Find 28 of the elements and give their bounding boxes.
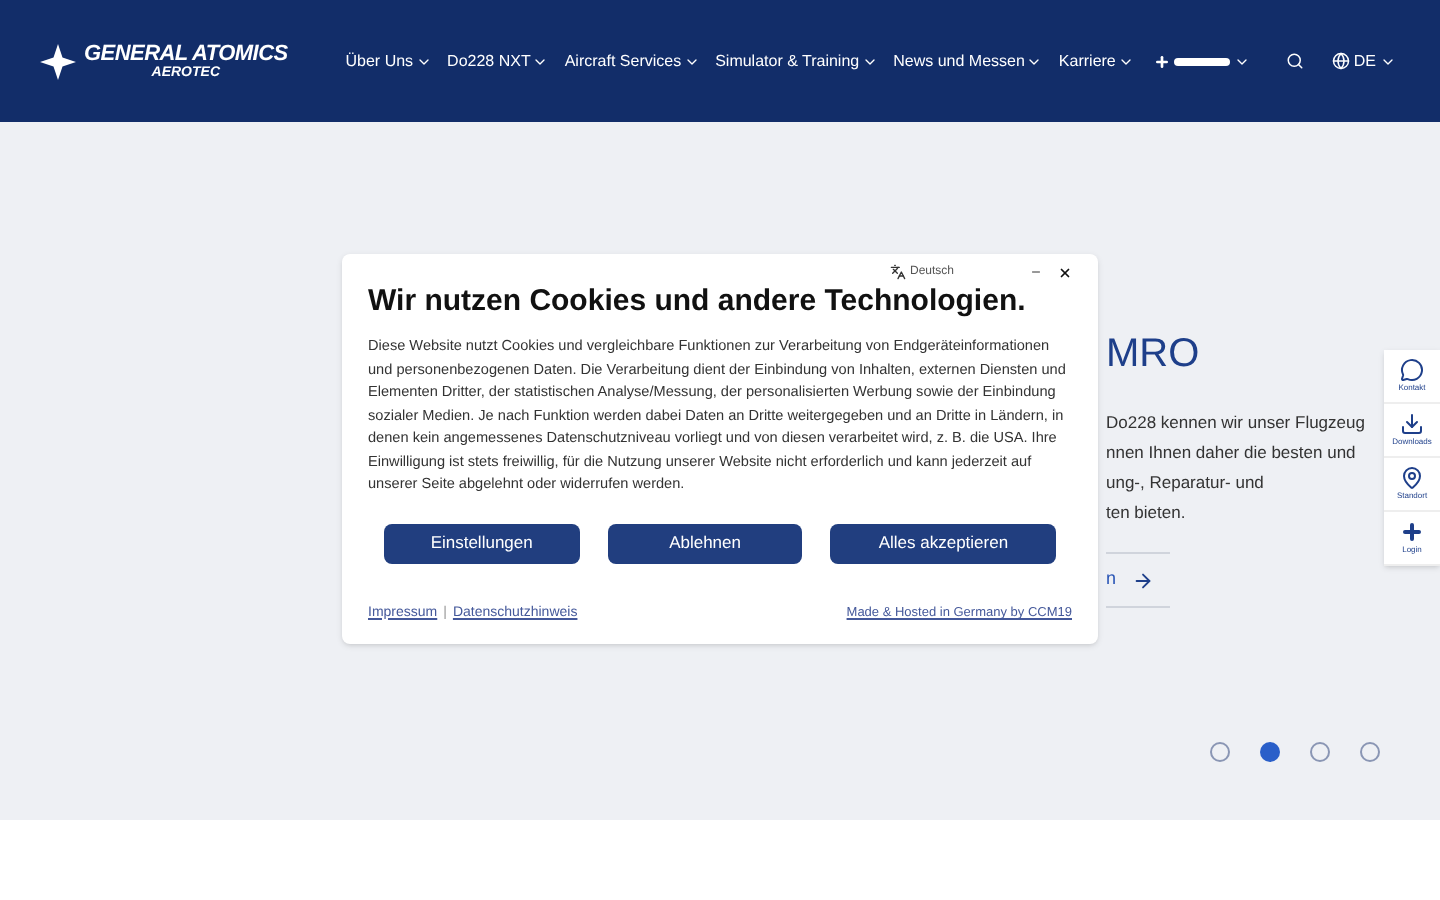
- nav-menu-item[interactable]: Aircraft Services: [564, 49, 700, 73]
- chat-icon: [1400, 358, 1424, 382]
- logo-text: GENERAL ATOMICS: [84, 43, 288, 65]
- nav-menu-item[interactable]: Über Uns: [345, 49, 432, 73]
- language-selector[interactable]: DE: [1331, 49, 1396, 73]
- hero-text-line: nnen Ihnen daher die besten und: [1106, 440, 1358, 466]
- close-icon[interactable]: [1058, 265, 1072, 279]
- hero-title: MRO: [1106, 334, 1202, 374]
- search-icon[interactable]: [1285, 52, 1304, 70]
- minimize-icon[interactable]: [1030, 266, 1042, 278]
- dialog-button[interactable]: Alles akzeptieren: [830, 523, 1057, 563]
- hero-text-line: ung-, Reparatur- und: [1106, 470, 1266, 496]
- nav-menu-item[interactable]: Do228 NXT: [447, 49, 549, 73]
- hero-text-line: Do228 kennen wir unser Flugzeug: [1106, 410, 1365, 436]
- download-icon: [1400, 412, 1424, 436]
- globe-icon: [1331, 52, 1350, 70]
- dialog-button[interactable]: Einstellungen: [384, 523, 580, 563]
- brand-menu-item[interactable]: [1153, 53, 1250, 69]
- translate-icon: [890, 264, 906, 280]
- hero-text-line: ten bieten.: [1106, 500, 1188, 526]
- nav-menu-item[interactable]: Karriere: [1058, 49, 1134, 73]
- location-pin-icon: [1400, 466, 1424, 490]
- hero-link[interactable]: n: [1106, 554, 1365, 606]
- arrow-right-icon: [1132, 569, 1155, 591]
- nav-menu-item[interactable]: Simulator & Training: [715, 49, 878, 73]
- dialog-title: Wir nutzen Cookies und andere Technologien.: [368, 286, 1028, 316]
- dialog-button[interactable]: Ablehnen: [607, 523, 803, 563]
- nav-menu-item[interactable]: News und Messen: [893, 49, 1043, 73]
